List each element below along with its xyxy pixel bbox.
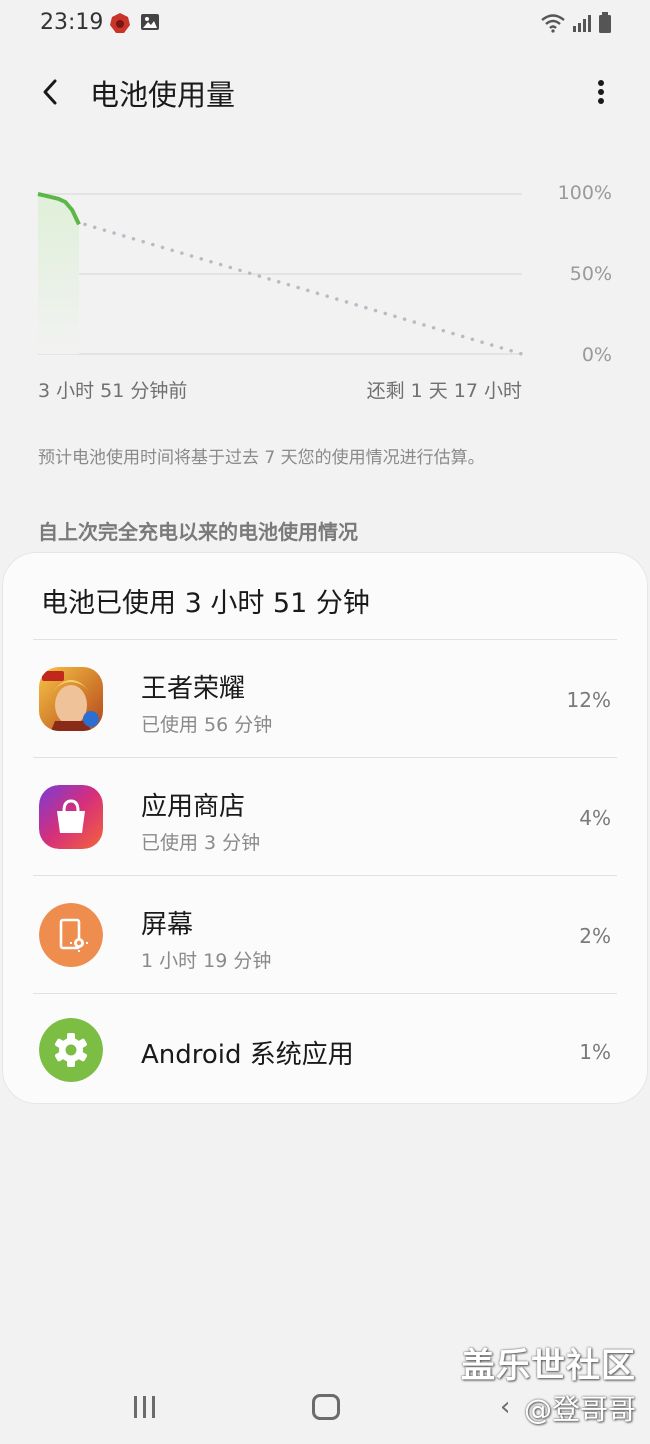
status-bar: 23:19 (0, 0, 650, 46)
page-title: 电池使用量 (90, 78, 236, 112)
estimate-note: 预计电池使用时间将基于过去 7 天您的使用情况进行估算。 (38, 448, 485, 468)
status-right-icons (540, 12, 612, 34)
app-percent: 12% (566, 688, 611, 712)
app-name: Android 系统应用 (141, 1040, 354, 1070)
app-usage-time: 1 小时 19 分钟 (141, 950, 272, 972)
battery-icon (599, 12, 611, 33)
app-name: 王者荣耀 (141, 674, 246, 704)
app-percent: 1% (579, 1040, 611, 1064)
app-usage-time: 已使用 3 分钟 (141, 832, 261, 854)
usage-area (38, 194, 79, 354)
home-icon[interactable] (312, 1394, 340, 1420)
app-row-android-system[interactable]: Android 系统应用 1% (3, 994, 649, 1112)
battery-chart-svg (37, 192, 524, 356)
y-tick-100: 100% (557, 182, 612, 204)
battery-chart: 100% 50% 0% (0, 170, 650, 390)
app-percent: 4% (579, 806, 611, 830)
more-vertical-icon (598, 80, 604, 104)
y-tick-0: 0% (581, 344, 612, 366)
honor-of-kings-icon (39, 667, 103, 731)
recent-apps-icon[interactable] (130, 1394, 160, 1420)
app-row-honor-of-kings[interactable]: 王者荣耀 已使用 56 分钟 12% (3, 640, 649, 758)
usage-card: 电池已使用 3 小时 51 分钟 王者荣耀 已使用 56 分钟 12% 应用商店… (2, 552, 648, 1104)
projection-line (83, 222, 524, 356)
app-name: 屏幕 (141, 910, 194, 940)
back-button[interactable] (30, 72, 70, 112)
app-store-bag-icon (39, 785, 103, 849)
y-tick-50: 50% (569, 263, 612, 285)
app-usage-time: 已使用 56 分钟 (141, 714, 273, 736)
app-name: 应用商店 (141, 792, 246, 822)
app-percent: 2% (579, 924, 611, 948)
app-bar: 电池使用量 (0, 60, 650, 124)
chart-start-label: 3 小时 51 分钟前 (38, 380, 188, 402)
app-row-app-store[interactable]: 应用商店 已使用 3 分钟 4% (3, 758, 649, 876)
more-options-button[interactable] (586, 72, 616, 112)
status-time: 23:19 (40, 10, 104, 35)
chevron-left-icon (43, 79, 57, 105)
game-badge-icon (110, 13, 130, 33)
wifi-icon (541, 14, 565, 33)
app-row-screen[interactable]: 屏幕 1 小时 19 分钟 2% (3, 876, 649, 994)
chart-end-label: 还剩 1 天 17 小时 (366, 380, 522, 402)
image-icon (141, 14, 159, 30)
signal-icon (573, 15, 591, 32)
back-icon[interactable]: ‹ (500, 1392, 510, 1422)
usage-total: 电池已使用 3 小时 51 分钟 (41, 588, 370, 619)
screen-brightness-icon (39, 903, 103, 967)
section-heading: 自上次完全充电以来的电池使用情况 (38, 520, 358, 544)
system-gear-icon (39, 1018, 103, 1082)
navigation-bar: ‹ (0, 1378, 650, 1438)
